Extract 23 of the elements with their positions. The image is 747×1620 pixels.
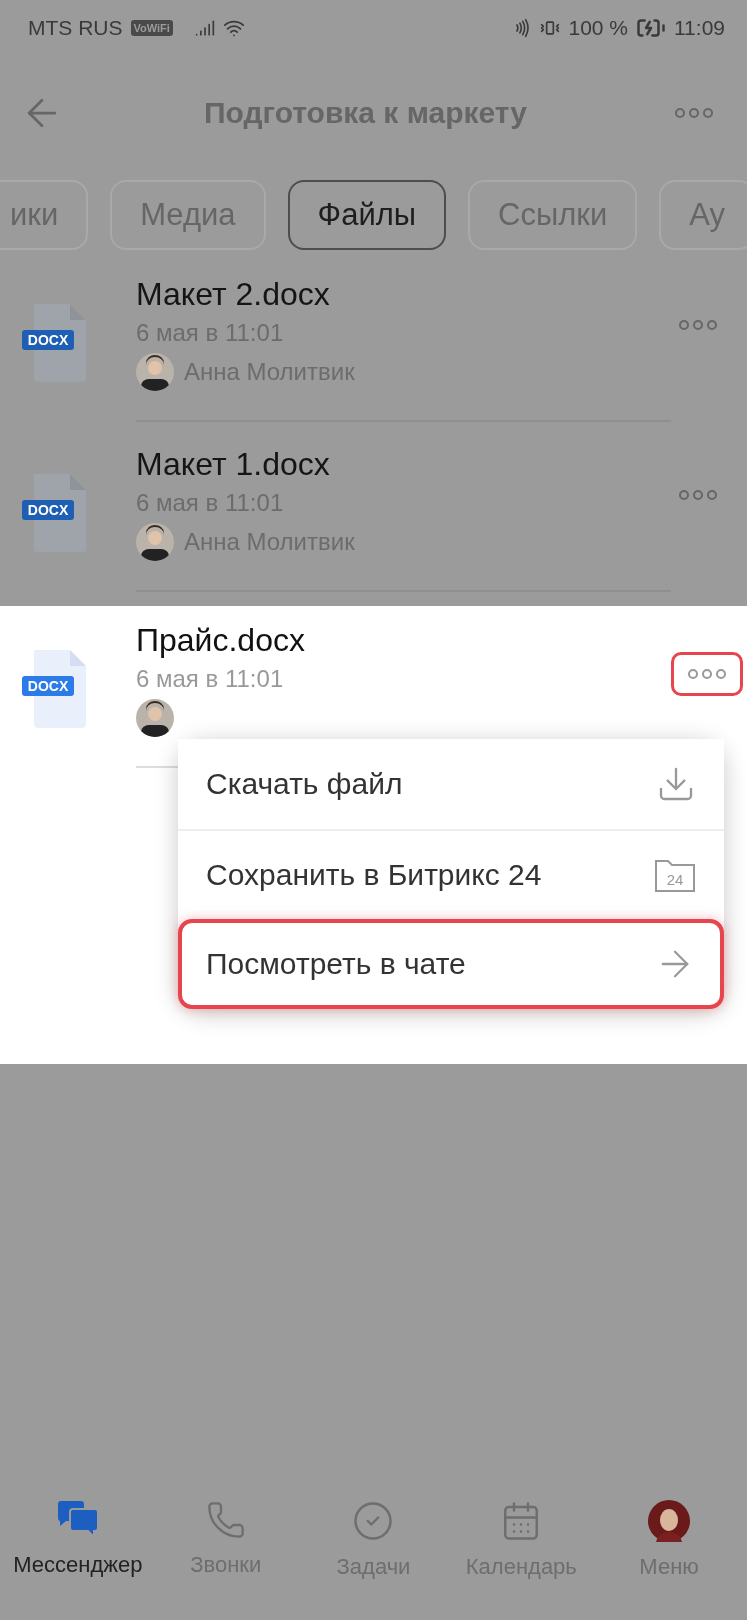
folder-icon: 24 — [654, 857, 696, 893]
file-name: Макет 2.docx — [136, 276, 331, 313]
carrier-name: MTS RUS — [28, 16, 123, 40]
signal-icon — [194, 18, 215, 38]
avatar — [648, 1500, 691, 1542]
vibrate-icon — [540, 18, 561, 38]
avatar — [136, 699, 174, 737]
menu-item[interactable]: Посмотреть в чате — [178, 919, 724, 1009]
file-date: 6 мая в 11:01 — [136, 665, 285, 693]
check-circle-icon — [352, 1500, 395, 1542]
filter-tab[interactable]: Файлы — [287, 180, 447, 250]
file-more-button[interactable] — [671, 652, 743, 696]
menu-item[interactable]: Сохранить в Битрикс 24 24 — [178, 829, 724, 919]
battery-percent: 100 % — [568, 16, 628, 40]
avatar — [136, 353, 174, 391]
avatar — [136, 523, 174, 561]
nav-tab[interactable]: Мессенджер — [4, 1470, 152, 1620]
file-name: Прайс.docx — [136, 622, 306, 659]
phone-icon — [205, 1500, 246, 1540]
menu-item[interactable]: Скачать файл — [178, 739, 724, 829]
file-name: Макет 1.docx — [136, 446, 331, 483]
clock-time: 11:09 — [674, 16, 725, 40]
wifi-calling-badge: VoWiFi — [130, 20, 173, 36]
